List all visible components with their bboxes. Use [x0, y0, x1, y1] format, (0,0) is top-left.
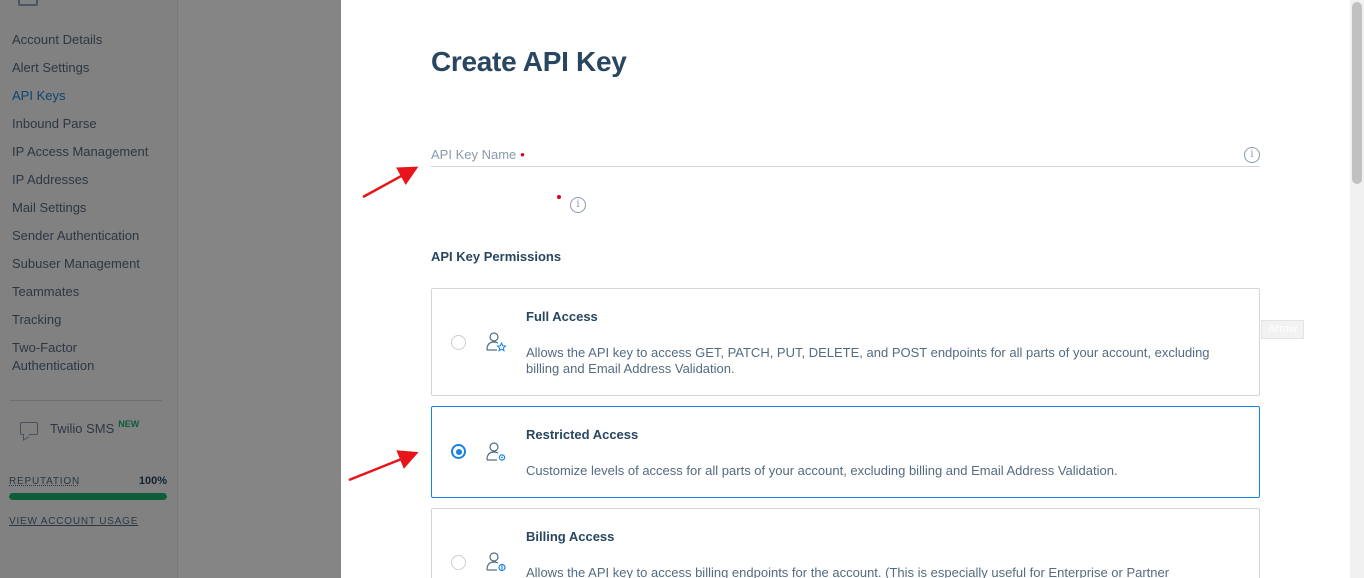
restricted-access-description: Customize levels of access for all parts…: [526, 463, 1118, 478]
full-access-title: Full Access: [526, 309, 598, 324]
user-gear-icon: [486, 442, 506, 461]
page-title: Create API Key: [431, 46, 627, 77]
page-scrollbar[interactable]: [1350, 0, 1364, 578]
permission-option-full-access[interactable]: Full Access Allows the API key to access…: [431, 288, 1260, 396]
permission-option-restricted-access[interactable]: Restricted Access Customize levels of ac…: [431, 406, 1260, 498]
user-billing-icon: [486, 552, 506, 572]
info-icon[interactable]: i: [1244, 147, 1260, 163]
billing-access-radio[interactable]: [451, 555, 466, 570]
permissions-title: API Key Permissions: [431, 249, 562, 264]
scrollbar-thumb[interactable]: [1352, 2, 1362, 184]
required-indicator-dot: [557, 195, 561, 199]
full-access-description: Allows the API key to access GET, PATCH,…: [526, 345, 1210, 376]
full-access-radio[interactable]: [451, 335, 466, 350]
arrow-tooltip: Arrow: [1261, 320, 1304, 339]
modal-overlay[interactable]: [0, 0, 341, 578]
api-key-name-label: API Key Name •: [431, 147, 525, 162]
required-indicator: •: [520, 147, 525, 162]
billing-access-description: Allows the API key to access billing end…: [526, 565, 1170, 578]
restricted-access-title: Restricted Access: [526, 427, 639, 442]
user-star-icon: [486, 332, 507, 352]
api-key-name-label-text: API Key Name: [431, 147, 517, 162]
billing-access-title: Billing Access: [526, 529, 615, 544]
restricted-access-radio[interactable]: [451, 444, 466, 459]
api-key-name-input[interactable]: [431, 166, 1260, 167]
permission-option-billing-access[interactable]: Billing Access Allows the API key to acc…: [431, 508, 1260, 578]
info-icon[interactable]: i: [570, 197, 586, 213]
